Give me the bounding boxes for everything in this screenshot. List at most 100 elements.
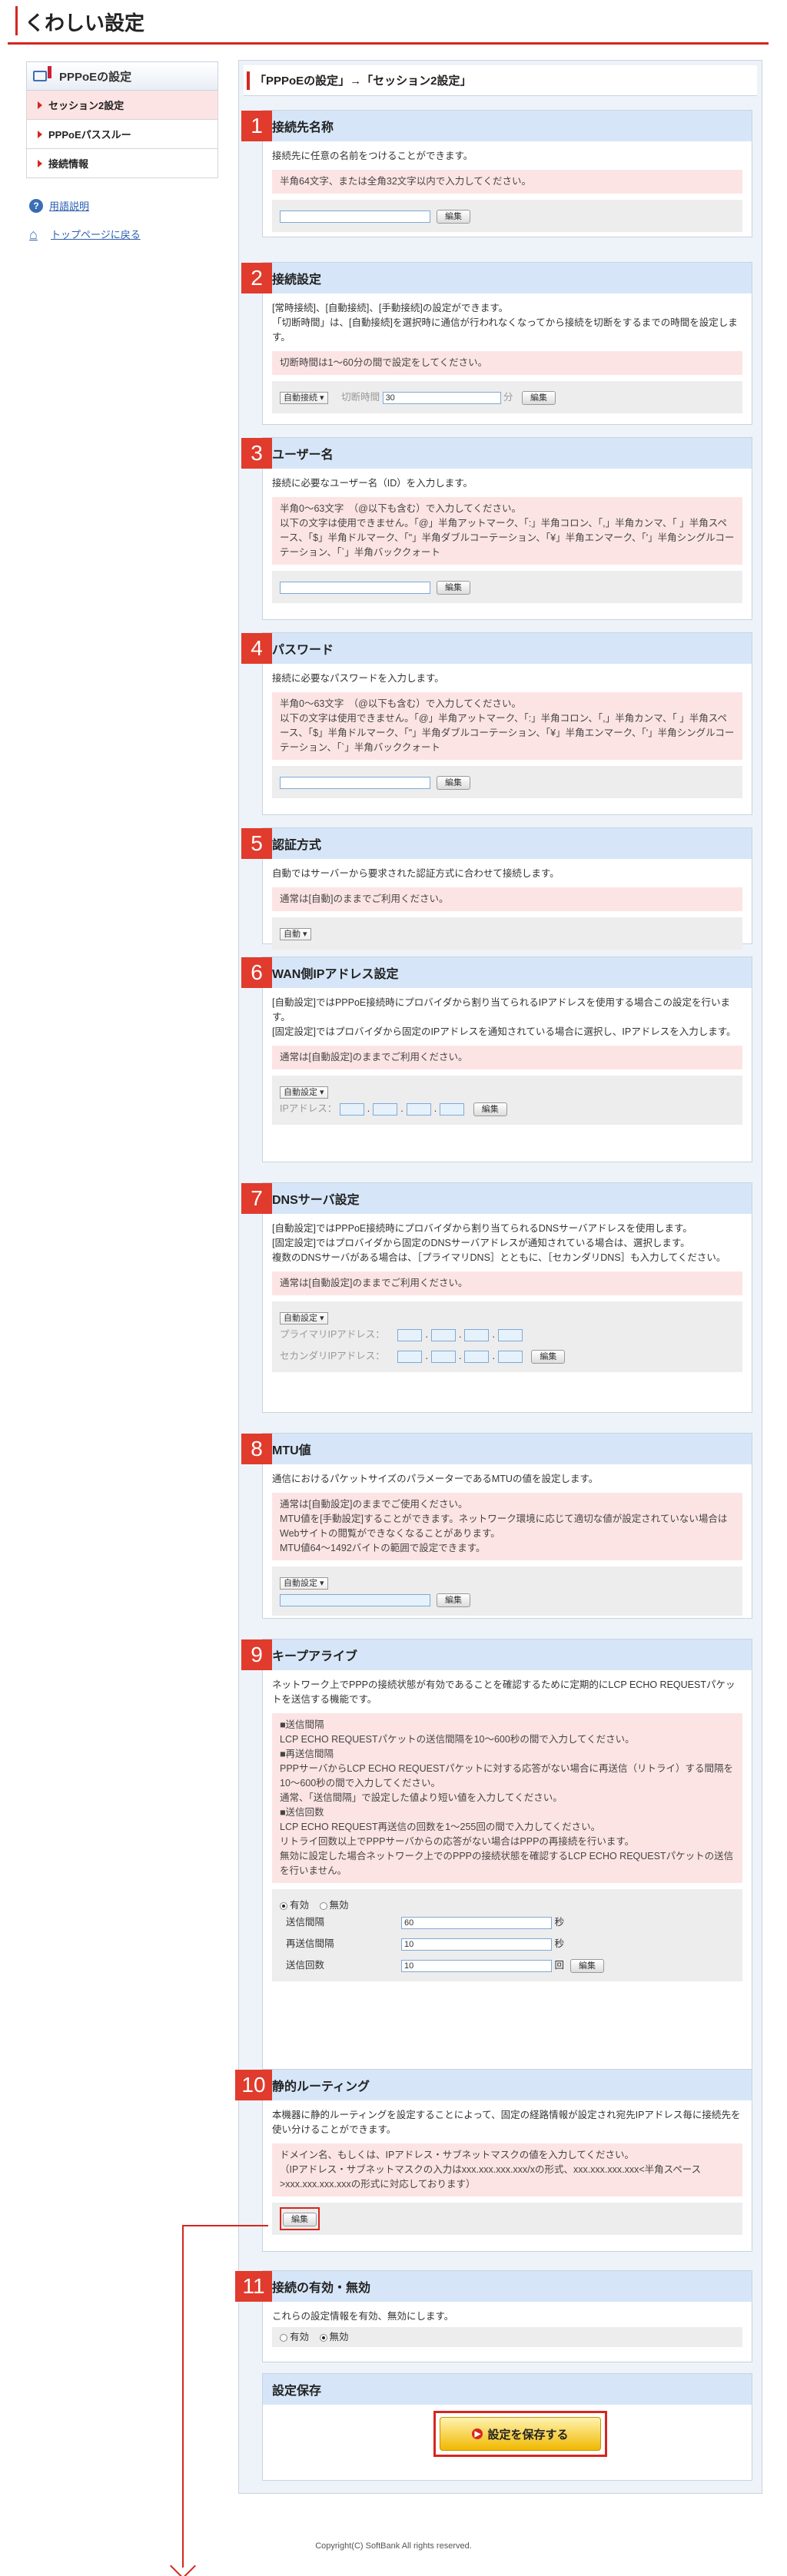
section-title: 設定保存 xyxy=(263,2374,752,2405)
unit-label: 秒 xyxy=(554,1938,564,1949)
radio-disabled[interactable] xyxy=(319,1901,327,1910)
ip-octet-input[interactable] xyxy=(339,1102,364,1116)
sidebar-item-session2[interactable]: セッション2設定 xyxy=(26,91,218,120)
ip-octet-input[interactable] xyxy=(440,1102,465,1116)
send-count-input[interactable]: 10 xyxy=(401,1959,552,1972)
mtu-mode-select[interactable]: 自動設定 ▾ xyxy=(280,1576,328,1590)
password-input[interactable] xyxy=(280,776,430,789)
form-area: 編集 xyxy=(272,2203,742,2235)
auth-method-select[interactable]: 自動 ▾ xyxy=(280,927,311,940)
page-title: くわしい設定 xyxy=(25,12,145,35)
section-desc: 通信におけるパケットサイズのパラメーターであるMTUの値を設定します。 xyxy=(272,1474,599,1484)
ip-octet-input[interactable] xyxy=(497,1328,523,1341)
main-title: 「PPPoEの設定」→「セッション2設定」 xyxy=(244,65,757,96)
edit-button[interactable]: 編集 xyxy=(437,1593,470,1607)
section-desc: [固定設定]ではプロバイダから固定のIPアドレスを通知されている場合に選択し、I… xyxy=(272,1026,736,1037)
section-desc: [固定設定]ではプロバイダから固定のDNSサーバアドレスが通知されている場合は、… xyxy=(272,1238,690,1248)
ip-octet-input[interactable] xyxy=(497,1350,523,1363)
retry-interval-input[interactable]: 10 xyxy=(401,1938,552,1951)
section-keepalive: 9 キープアライブ ネットワーク上でPPPの接続状態が有効であることを確認するた… xyxy=(241,1639,752,2098)
edit-button[interactable]: 編集 xyxy=(437,209,470,224)
top-page-link[interactable]: ⌂ トップページに戻る xyxy=(26,227,218,241)
section-auth-method: 5 認証方式 自動ではサーバーから要求された認証方式に合わせて接続します。 通常… xyxy=(241,827,752,950)
sidebar-header: PPPoEの設定 xyxy=(26,61,218,91)
select-value: 自動設定 xyxy=(284,1313,317,1323)
step-number: 7 xyxy=(241,1183,272,1214)
glossary-link[interactable]: ? 用語説明 xyxy=(26,198,218,213)
sidebar-header-label: PPPoEの設定 xyxy=(59,70,132,84)
section-desc: 自動ではサーバーから要求された認証方式に合わせて接続します。 xyxy=(272,868,560,879)
form-area: 有効 無効 xyxy=(272,2327,742,2347)
edit-button[interactable]: 編集 xyxy=(437,580,470,595)
primary-dns-label: プライマリIPアドレス： xyxy=(280,1329,385,1340)
section-mtu: 8 MTU値 通信におけるパケットサイズのパラメーターであるMTUの値を設定しま… xyxy=(241,1433,752,1619)
select-value: 自動接続 xyxy=(284,393,317,403)
section-note: 半角0～63文字 （@以下も含む）で入力してください。 以下の文字は使用できません… xyxy=(272,692,742,760)
unit-label: 分 xyxy=(503,392,513,403)
connection-mode-select[interactable]: 自動接続 ▾ xyxy=(280,391,328,404)
edit-button-highlight: 編集 xyxy=(280,2207,320,2230)
edit-button[interactable]: 編集 xyxy=(437,775,470,790)
mtu-input[interactable] xyxy=(280,1593,430,1606)
note-line: MTU値を[手動設定]することができます。ネットワーク環境に応じて適切な値が設定… xyxy=(280,1513,728,1539)
radio-enabled-label: 有効 xyxy=(290,1900,310,1911)
section-desc: 「切断時間」は、[自動接続]を選択時に通信が行われなくなってから接続を切断をする… xyxy=(272,317,738,343)
step-number: 9 xyxy=(241,1639,272,1670)
dns-mode-select[interactable]: 自動設定 ▾ xyxy=(280,1311,328,1324)
ip-octet-input[interactable] xyxy=(397,1350,423,1363)
step-number: 10 xyxy=(235,2070,272,2100)
header-accent-bar xyxy=(15,6,18,35)
retry-interval-label: 再送信間隔 xyxy=(286,1938,334,1949)
arrow-icon: ▶ xyxy=(472,2428,483,2439)
sidebar-item-passthrough[interactable]: PPPoEパススルー xyxy=(26,120,218,149)
select-value: 自動設定 xyxy=(284,1578,317,1588)
interval-label: 送信間隔 xyxy=(286,1917,325,1928)
save-button[interactable]: ▶ 設定を保存する xyxy=(440,2417,601,2451)
ip-octet-input[interactable] xyxy=(464,1350,490,1363)
form-area: 編集 xyxy=(272,571,742,603)
sidebar-item-connection-info[interactable]: 接続情報 xyxy=(26,149,218,178)
form-area: 編集 xyxy=(272,766,742,798)
sidebar-item-label: セッション2設定 xyxy=(48,100,125,111)
edit-button[interactable]: 編集 xyxy=(522,390,556,405)
radio-enabled[interactable] xyxy=(280,1901,287,1910)
step-number: 1 xyxy=(241,111,272,141)
section-wan-ip: 6 WAN側IPアドレス設定 [自動設定]ではPPPoE接続時にプロバイダから割… xyxy=(241,956,752,1162)
note-line: 半角0～63文字 （@以下も含む）で入力してください。 xyxy=(280,698,522,709)
interval-input[interactable]: 60 xyxy=(401,1916,552,1929)
ip-octet-input[interactable] xyxy=(430,1328,456,1341)
note-line: 以下の文字は使用できません。「@」半角アットマーク、「:」半角コロン、「,」半角… xyxy=(280,518,735,558)
radio-enabled-label: 有効 xyxy=(290,2332,310,2342)
section-desc: これらの設定情報を有効、無効にします。 xyxy=(272,2311,454,2322)
section-title: 静的ルーティング xyxy=(263,2070,752,2100)
ip-octet-input[interactable] xyxy=(464,1328,490,1341)
note-line: リトライ回数以上でPPPサーバからの応答がない場合はPPPの再接続を行います。 xyxy=(280,1836,635,1847)
ip-octet-input[interactable] xyxy=(430,1350,456,1363)
wan-ip-mode-select[interactable]: 自動設定 ▾ xyxy=(280,1086,328,1099)
secondary-dns-label: セカンダリIPアドレス： xyxy=(280,1351,385,1361)
ip-octet-input[interactable] xyxy=(406,1102,431,1116)
radio-disabled[interactable] xyxy=(319,2333,327,2342)
step-number: 8 xyxy=(241,1434,272,1464)
unit-label: 秒 xyxy=(554,1917,564,1928)
edit-button[interactable]: 編集 xyxy=(570,1958,604,1973)
ip-address-label: IPアドレス： xyxy=(280,1103,337,1114)
radio-enabled[interactable] xyxy=(280,2333,287,2342)
disconnect-time-input[interactable]: 30 xyxy=(382,391,501,404)
note-line: MTU値64～1492バイトの範囲で設定できます。 xyxy=(280,1543,486,1553)
section-title: 接続の有効・無効 xyxy=(263,2271,752,2302)
username-input[interactable] xyxy=(280,581,430,594)
ip-octet-input[interactable] xyxy=(373,1102,398,1116)
disconnect-time-label: 切断時間 xyxy=(341,392,380,403)
section-note: 切断時間は1～60分の間で設定をしてください。 xyxy=(272,351,742,375)
section-title: 認証方式 xyxy=(263,828,752,859)
edit-button[interactable]: 編集 xyxy=(473,1102,507,1116)
section-note: ■送信間隔 LCP ECHO REQUESTパケットの送信間隔を10～600秒の… xyxy=(272,1713,742,1883)
section-title: 接続設定 xyxy=(263,263,752,293)
connection-name-input[interactable] xyxy=(280,210,430,223)
form-area: 自動設定 ▾ 編集 xyxy=(272,1566,742,1616)
edit-button[interactable]: 編集 xyxy=(283,2212,317,2226)
annotation-arrow-head xyxy=(170,2553,196,2576)
edit-button[interactable]: 編集 xyxy=(531,1349,566,1364)
ip-octet-input[interactable] xyxy=(397,1328,423,1341)
